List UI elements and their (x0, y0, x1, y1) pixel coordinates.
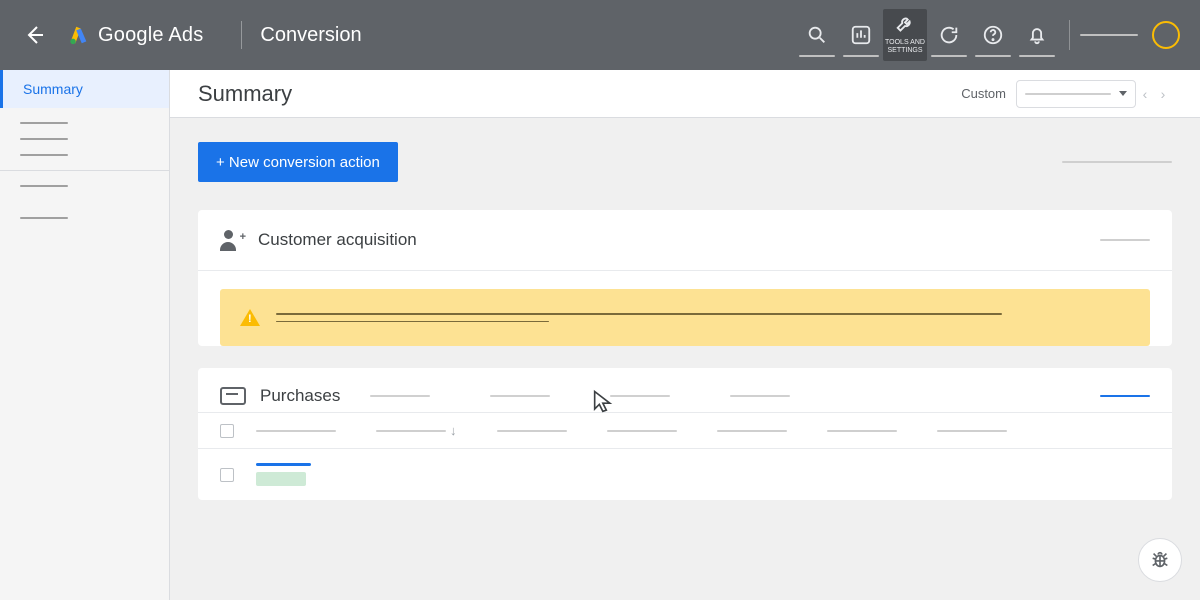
top-bar: Google Ads Conversion TOOLS AND SETTINGS (0, 0, 1200, 70)
divider (0, 170, 169, 171)
main-panel: Summary Custom ‹ › + New conversion acti… (170, 70, 1200, 600)
column-header-sorted[interactable]: ↓ (376, 423, 457, 438)
table-header-row: ↓ (198, 412, 1172, 448)
row-checkbox[interactable] (220, 468, 234, 482)
column-header[interactable] (607, 430, 677, 432)
status-badge (256, 472, 306, 486)
person-add-icon: + (220, 228, 244, 252)
sidebar-item[interactable] (20, 185, 68, 187)
column-header[interactable] (827, 430, 897, 432)
card-title: Customer acquisition (258, 230, 417, 250)
chevron-down-icon (1119, 91, 1127, 96)
page-header: Summary Custom ‹ › (170, 70, 1200, 118)
card-action-link[interactable] (1100, 395, 1150, 397)
reports-button[interactable] (839, 9, 883, 61)
sidebar-item[interactable] (20, 122, 68, 124)
warning-banner (220, 289, 1150, 346)
sort-desc-icon: ↓ (450, 423, 457, 438)
customer-acquisition-card: + Customer acquisition (198, 210, 1172, 346)
column-header[interactable] (256, 430, 336, 432)
date-prev-button[interactable]: ‹ (1136, 86, 1154, 102)
date-range-label: Custom (961, 86, 1006, 101)
product-logo: Google Ads (68, 24, 203, 47)
google-ads-logo-icon (68, 24, 90, 46)
notifications-button[interactable] (1015, 9, 1059, 61)
warning-message (276, 307, 1130, 328)
tools-and-settings-button[interactable]: TOOLS AND SETTINGS (883, 9, 927, 61)
sidebar: Summary (0, 70, 170, 600)
purchases-card: Purchases (198, 368, 1172, 500)
feedback-bug-button[interactable] (1138, 538, 1182, 582)
select-all-checkbox[interactable] (220, 424, 234, 438)
tools-label: TOOLS AND SETTINGS (883, 39, 927, 54)
column-header[interactable] (937, 430, 1007, 432)
column-header[interactable] (497, 430, 567, 432)
account-avatar[interactable] (1152, 21, 1180, 49)
column-header[interactable] (717, 430, 787, 432)
help-button[interactable] (971, 9, 1015, 61)
back-button[interactable] (20, 21, 48, 49)
card-title: Purchases (260, 386, 340, 406)
sidebar-item[interactable] (20, 138, 68, 140)
breadcrumb: Conversion (260, 24, 361, 47)
link-placeholder[interactable] (1062, 161, 1172, 163)
divider (1069, 20, 1070, 50)
product-name: Google Ads (98, 24, 203, 47)
refresh-button[interactable] (927, 9, 971, 61)
sidebar-item[interactable] (20, 154, 68, 156)
sidebar-item[interactable] (20, 217, 68, 219)
date-next-button[interactable]: › (1154, 86, 1172, 102)
sidebar-item-summary[interactable]: Summary (0, 70, 169, 108)
sidebar-item-label: Summary (23, 81, 83, 97)
search-button[interactable] (795, 9, 839, 61)
account-placeholder (1080, 34, 1138, 36)
button-label: + New conversion action (216, 154, 380, 171)
divider (241, 21, 242, 49)
card-icon (220, 387, 246, 405)
warning-icon (240, 309, 260, 326)
page-title: Summary (198, 81, 292, 107)
date-range-select[interactable] (1016, 80, 1136, 108)
top-actions: TOOLS AND SETTINGS (795, 9, 1180, 61)
new-conversion-action-button[interactable]: + New conversion action (198, 142, 398, 182)
card-action-placeholder[interactable] (1100, 239, 1150, 241)
table-row[interactable] (198, 448, 1172, 500)
